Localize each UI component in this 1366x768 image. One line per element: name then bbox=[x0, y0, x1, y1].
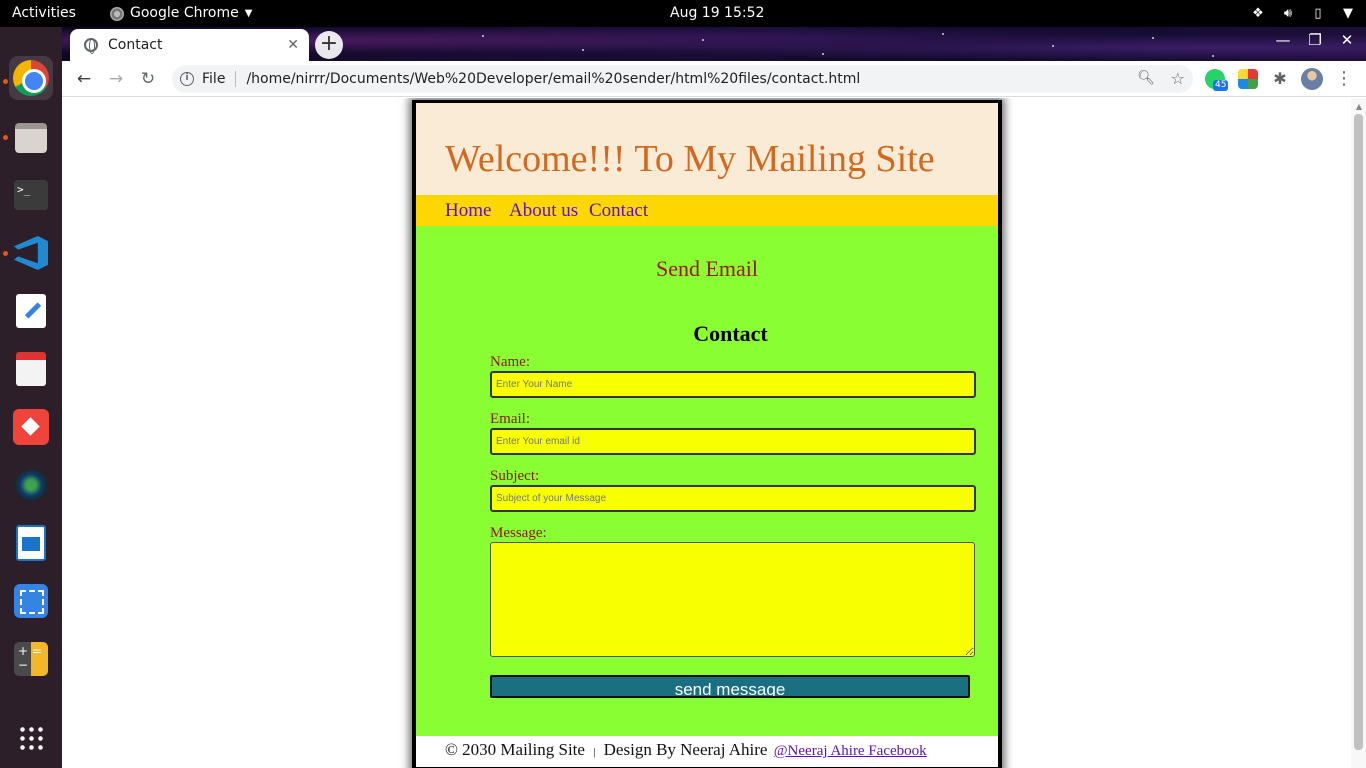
screenshot-icon bbox=[14, 584, 48, 618]
reload-icon[interactable]: ↻ bbox=[136, 67, 160, 91]
nav-home-link[interactable]: Home bbox=[445, 200, 491, 222]
site-container: Welcome!!! To My Mailing Site Home About… bbox=[412, 100, 1002, 768]
browser-toolbar: ← → ↻ i File /home/nirrr/Documents/Web%2… bbox=[62, 61, 1366, 97]
system-top-bar: Activities Google Chrome ▼ Aug 19 15:52 … bbox=[0, 0, 1366, 27]
tab-strip: Contact ✕ + — ❐ ✕ bbox=[62, 27, 1366, 61]
site-header: Welcome!!! To My Mailing Site bbox=[416, 103, 998, 195]
close-icon[interactable]: ✕ bbox=[287, 37, 299, 53]
message-label: Message: bbox=[490, 525, 547, 541]
dock-webcam[interactable] bbox=[9, 463, 53, 507]
address-bar[interactable]: i File /home/nirrr/Documents/Web%20Devel… bbox=[172, 65, 1193, 93]
calculator-icon: + = − bbox=[14, 642, 48, 676]
zoom-icon[interactable]: 🔍︎ bbox=[1137, 70, 1155, 86]
tab-title: Contact bbox=[108, 37, 163, 53]
folder-icon bbox=[15, 123, 47, 153]
subject-input[interactable] bbox=[490, 485, 976, 512]
site-title: Welcome!!! To My Mailing Site bbox=[445, 138, 935, 180]
page-viewport: Welcome!!! To My Mailing Site Home About… bbox=[62, 98, 1366, 768]
chrome-app-icon bbox=[110, 6, 124, 21]
forward-arrow-icon[interactable]: → bbox=[104, 67, 128, 91]
message-textarea[interactable] bbox=[490, 542, 975, 657]
vscode-icon bbox=[14, 236, 48, 270]
extensions-puzzle-icon[interactable]: ✱ bbox=[1270, 69, 1290, 89]
send-email-heading: Send Email bbox=[655, 256, 759, 281]
vertical-scrollbar[interactable]: ▲ bbox=[1351, 98, 1366, 768]
running-indicator bbox=[3, 79, 8, 84]
kebab-menu-icon[interactable]: ⋮ bbox=[1334, 69, 1354, 89]
bookmark-star-icon[interactable]: ☆ bbox=[1171, 69, 1185, 88]
dock-terminal[interactable]: >_ bbox=[9, 173, 53, 217]
back-arrow-icon[interactable]: ← bbox=[72, 67, 96, 91]
contact-heading: Contact bbox=[693, 321, 768, 346]
divider bbox=[235, 71, 237, 87]
maximize-icon[interactable]: ❐ bbox=[1302, 31, 1328, 49]
footer-text: © 2030 Mailing Site | Design By Neeraj A… bbox=[445, 740, 927, 760]
dock-text-editor[interactable] bbox=[9, 289, 53, 333]
scroll-up-arrow-icon[interactable]: ▲ bbox=[1356, 102, 1362, 111]
nav-about-link[interactable]: About us bbox=[509, 200, 578, 222]
dock: >_ + = − bbox=[0, 27, 62, 768]
webcam-icon bbox=[14, 468, 48, 502]
subject-label: Subject: bbox=[490, 468, 540, 484]
email-input[interactable] bbox=[490, 428, 976, 455]
info-icon[interactable]: i bbox=[180, 72, 194, 86]
activities-button[interactable]: Activities bbox=[12, 0, 76, 27]
caret-down-icon[interactable]: ▼ bbox=[1340, 0, 1356, 27]
show-applications-button[interactable] bbox=[9, 716, 53, 760]
dropbox-icon[interactable]: ❖ bbox=[1250, 0, 1266, 27]
new-tab-button[interactable]: + bbox=[315, 31, 343, 59]
nav-contact-link[interactable]: Contact bbox=[589, 200, 648, 222]
site-footer: © 2030 Mailing Site | Design By Neeraj A… bbox=[416, 736, 998, 767]
contact-section: Send Email Contact Name: Email: Subject:… bbox=[416, 226, 998, 736]
tab-contact[interactable]: Contact ✕ bbox=[70, 29, 309, 61]
scrollbar-thumb[interactable] bbox=[1354, 114, 1363, 750]
site-nav: Home About us Contact bbox=[416, 195, 998, 226]
volume-icon[interactable]: 🔊︎ bbox=[1280, 0, 1296, 27]
dock-document-viewer[interactable] bbox=[9, 347, 53, 391]
facebook-link[interactable]: @Neeraj Ahire Facebook bbox=[774, 743, 927, 759]
dock-anydesk[interactable] bbox=[9, 405, 53, 449]
scheme-label: File bbox=[202, 71, 226, 87]
writer-icon bbox=[16, 525, 46, 561]
dock-calculator[interactable]: + = − bbox=[9, 637, 53, 681]
running-indicator bbox=[3, 135, 8, 140]
app-grid-icon bbox=[18, 725, 44, 751]
anydesk-icon bbox=[13, 409, 49, 445]
footer-separator: | bbox=[593, 746, 596, 758]
footer-designer: Design By Neeraj Ahire bbox=[603, 740, 768, 759]
name-input[interactable] bbox=[490, 371, 976, 398]
profile-avatar[interactable] bbox=[1301, 68, 1323, 90]
terminal-icon: >_ bbox=[14, 180, 48, 210]
system-tray[interactable]: ❖ 🔊︎ ▯ ▼ bbox=[1250, 0, 1356, 27]
color-extension-icon[interactable] bbox=[1238, 69, 1258, 89]
chrome-icon bbox=[13, 60, 49, 96]
dock-vscode[interactable] bbox=[9, 231, 53, 275]
minimize-icon[interactable]: — bbox=[1270, 31, 1296, 49]
text-editor-icon bbox=[16, 294, 46, 328]
clock[interactable]: Aug 19 15:52 bbox=[670, 0, 764, 27]
app-menu[interactable]: Google Chrome ▼ bbox=[110, 0, 252, 27]
caret-down-icon: ▼ bbox=[244, 8, 253, 19]
document-viewer-icon bbox=[16, 352, 46, 386]
email-label: Email: bbox=[490, 411, 530, 427]
running-indicator bbox=[3, 251, 8, 256]
dock-files[interactable] bbox=[9, 116, 53, 160]
app-menu-label: Google Chrome bbox=[130, 5, 239, 21]
close-window-icon[interactable]: ✕ bbox=[1334, 31, 1360, 49]
extension-badge: 45 bbox=[1213, 80, 1229, 91]
footer-copyright: © 2030 Mailing Site bbox=[445, 740, 585, 759]
battery-icon[interactable]: ▯ bbox=[1310, 0, 1326, 27]
globe-icon bbox=[84, 38, 98, 54]
dock-writer[interactable] bbox=[9, 521, 53, 565]
dock-screenshot[interactable] bbox=[9, 579, 53, 623]
url-text[interactable]: /home/nirrr/Documents/Web%20Developer/em… bbox=[246, 71, 860, 87]
site-inner: Welcome!!! To My Mailing Site Home About… bbox=[416, 103, 998, 767]
name-label: Name: bbox=[490, 354, 530, 370]
dock-chrome[interactable] bbox=[9, 56, 53, 100]
send-message-button[interactable]: send message bbox=[490, 675, 970, 698]
